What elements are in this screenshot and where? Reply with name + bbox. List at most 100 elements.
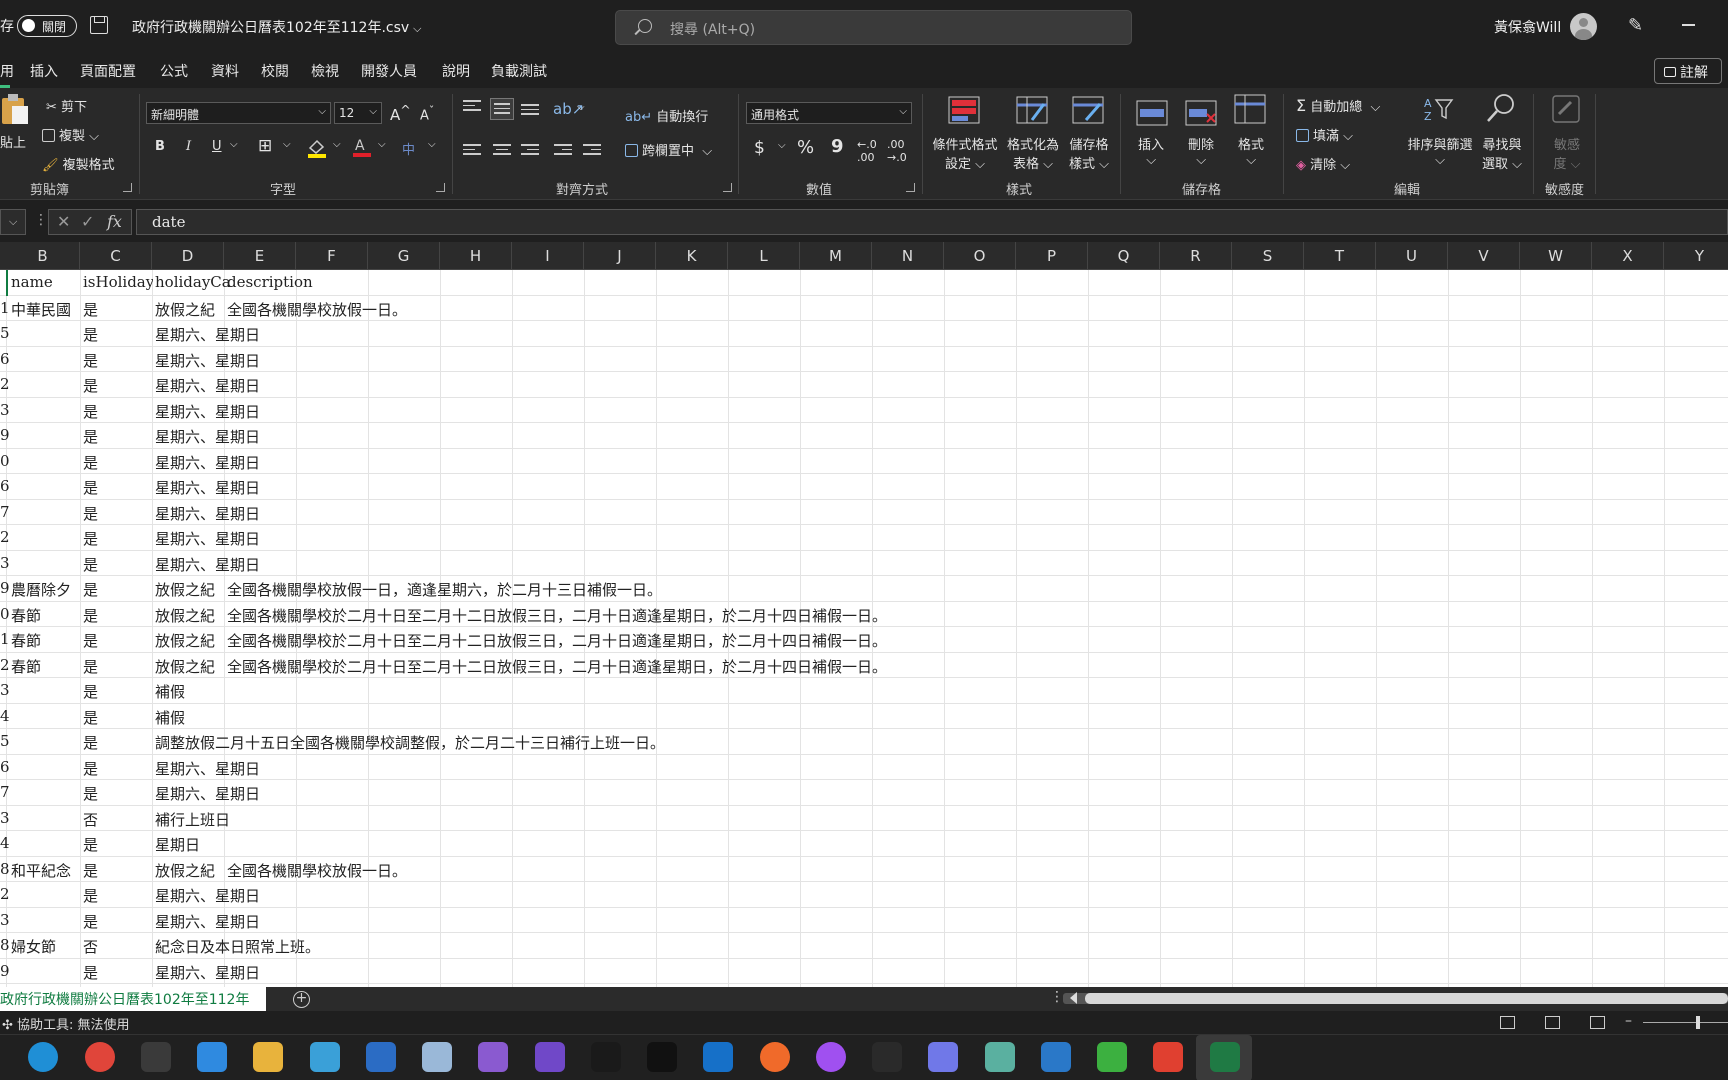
search-input[interactable]: 搜尋 (Alt+Q) [615,10,1132,45]
cell-a[interactable]: 9 [0,426,10,444]
cell-d[interactable]: 星期六、星期日 [155,452,260,473]
cell-d[interactable]: 星期六、星期日 [155,528,260,549]
column-header[interactable]: M [800,242,872,270]
merge-center-button[interactable]: 跨欄置中 ⌵ [625,140,712,159]
tab-2[interactable]: 頁面配置 [80,61,136,81]
format-cells-icon[interactable] [1234,94,1268,124]
cell-b[interactable]: name [11,273,81,291]
settings-icon[interactable] [928,1042,958,1072]
column-header[interactable]: P [1016,242,1088,270]
cell-c[interactable]: 是 [83,630,153,651]
gitkraken-icon[interactable] [591,1042,621,1072]
wrap-text-button[interactable]: ab↵ 自動換行 [625,106,708,125]
fill-color-icon[interactable] [306,138,328,158]
cell-d[interactable]: 放假之紀 [155,630,225,651]
zoom-slider[interactable] [1643,1022,1728,1024]
cell-c[interactable]: 是 [83,911,153,932]
cell-c[interactable]: 是 [83,885,153,906]
normal-view-icon[interactable] [1500,1016,1515,1029]
cell-a[interactable]: 2 [0,656,10,674]
cell-c[interactable]: 是 [83,962,153,983]
cell-d[interactable]: 放假之紀 [155,656,225,677]
cell-d[interactable]: 補行上班日 [155,809,230,830]
font-color-icon[interactable]: A [352,136,372,158]
cell-d[interactable]: 調整放假二月十五日全國各機關學校調整假，於二月二十三日補行上班一日。 [155,732,665,753]
cell-e[interactable]: 全國各機關學校放假一日。 [227,860,407,881]
cell-a[interactable]: 3 [0,911,10,929]
cell-a[interactable]: 9 [0,962,10,980]
format-as-table-button[interactable]: 格式化為 表格 ⌵ [1004,134,1062,172]
format-cells-button[interactable]: 格式 ⌵ [1238,134,1264,168]
increase-indent-icon[interactable] [583,144,601,158]
column-header[interactable]: Y [1664,242,1728,270]
file-explorer-icon[interactable] [253,1042,283,1072]
scroll-left-icon[interactable] [1070,992,1077,1004]
underline-button[interactable]: U [212,139,222,154]
decrease-decimal-icon[interactable]: .00 →.0 [887,138,907,164]
font-color-dropdown-icon[interactable]: ⌵ [378,139,386,150]
camtasia-icon[interactable] [1097,1042,1127,1072]
page-layout-view-icon[interactable] [1545,1016,1560,1029]
cell-a[interactable]: 3 [0,554,10,572]
cell-b[interactable]: 春節 [11,605,81,626]
column-header[interactable]: B [6,242,80,270]
user-name[interactable]: 黃保翕Will [1494,17,1561,37]
format-painter-button[interactable]: 🖌 複製格式 [42,154,115,173]
cell-a[interactable]: 1 [0,630,10,648]
cell-c[interactable]: 是 [83,503,153,524]
align-left-icon[interactable] [463,144,481,158]
cell-a[interactable]: 7 [0,783,10,801]
autosave-toggle[interactable]: 關閉 [17,15,77,37]
accessibility-status[interactable]: ✣ 協助工具: 無法使用 [2,1014,130,1033]
bold-button[interactable]: B [155,139,165,154]
tab-8[interactable]: 說明 [442,61,470,81]
currency-dropdown-icon[interactable]: ⌵ [778,140,786,151]
cell-c[interactable]: 是 [83,579,153,600]
column-header[interactable]: E [224,242,296,270]
tab-3[interactable]: 公式 [160,61,188,81]
cell-a[interactable]: 9 [0,579,10,597]
cell-c[interactable]: 是 [83,834,153,855]
font-size-select[interactable]: 12 ⌵ [334,102,382,124]
orientation-dropdown-icon[interactable]: ⌵ [577,102,585,113]
tab-4[interactable]: 資料 [211,61,239,81]
cell-d[interactable]: 星期六、星期日 [155,911,260,932]
camtasia-2-icon[interactable] [1153,1042,1183,1072]
snipping-icon[interactable] [985,1042,1015,1072]
cell-c[interactable]: 是 [83,324,153,345]
cell-d[interactable]: 星期六、星期日 [155,885,260,906]
cell-a[interactable]: 0 [0,452,10,470]
cell-e[interactable]: 全國各機關學校於二月十日至二月十二日放假三日，二月十日適逢星期日，於二月十四日補… [227,605,887,626]
cell-c[interactable]: 是 [83,783,153,804]
column-header[interactable]: V [1448,242,1520,270]
cell-b[interactable]: 和平紀念 [11,860,81,881]
cell-c[interactable]: isHoliday [83,273,153,291]
cell-d[interactable]: 補假 [155,681,185,702]
page-break-view-icon[interactable] [1590,1016,1605,1029]
increase-font-icon[interactable]: A^ [390,102,411,124]
column-header[interactable]: N [872,242,944,270]
column-header[interactable]: R [1160,242,1232,270]
cell-a[interactable]: 6 [0,477,10,495]
alignment-launcher-icon[interactable] [723,183,732,192]
cell-styles-button[interactable]: 儲存格 樣式 ⌵ [1064,134,1114,172]
cell-c[interactable]: 是 [83,605,153,626]
cell-d[interactable]: 星期六、星期日 [155,758,260,779]
outlook-icon[interactable] [703,1042,733,1072]
console-icon[interactable] [647,1042,677,1072]
find-select-button[interactable]: 尋找與 選取 ⌵ [1478,134,1526,172]
cell-d[interactable]: 放假之紀 [155,605,225,626]
cell-styles-icon[interactable] [1072,96,1106,126]
cell-d[interactable]: 星期六、星期日 [155,554,260,575]
column-header[interactable]: I [512,242,584,270]
align-right-icon[interactable] [521,144,539,158]
excel-icon[interactable] [1210,1042,1240,1072]
cell-e[interactable]: 全國各機關學校於二月十日至二月十二日放假三日，二月十日適逢星期日，於二月十四日補… [227,630,887,651]
spreadsheet-grid[interactable]: name isHoliday holidayCa description 1 中華民國是放… [0,270,1728,987]
cell-a[interactable]: 4 [0,707,10,725]
cell-c[interactable]: 是 [83,860,153,881]
cell-e[interactable]: 全國各機關學校放假一日，適逢星期六，於二月十三日補假一日。 [227,579,662,600]
number-launcher-icon[interactable] [906,183,915,192]
cell-a[interactable]: 3 [0,401,10,419]
cell-d[interactable]: 星期六、星期日 [155,962,260,983]
